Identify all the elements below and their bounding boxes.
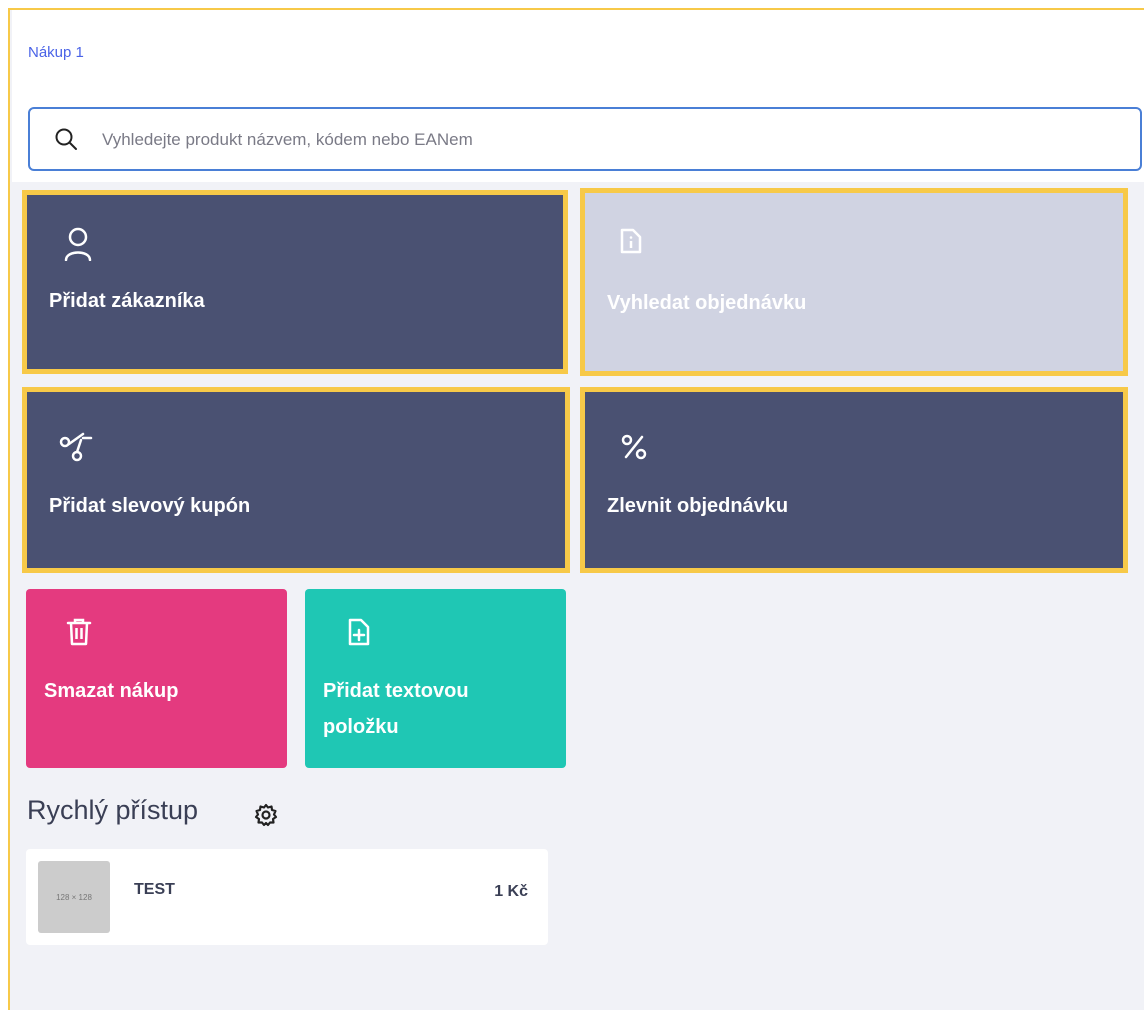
percent-icon [621, 434, 647, 460]
delete-purchase-button[interactable]: Smazat nákup [26, 589, 287, 768]
find-order-button[interactable]: Vyhledat objednávku [580, 188, 1128, 376]
search-icon [55, 128, 77, 150]
product-name: TEST [134, 881, 175, 898]
user-icon [64, 227, 92, 261]
scissors-icon [59, 432, 93, 462]
product-thumbnail: 128 × 128 [38, 861, 110, 933]
search-input[interactable] [100, 121, 1124, 159]
add-coupon-button[interactable]: Přidat slevový kupón [22, 387, 570, 573]
add-text-item-label: Přidat textovou položku [323, 680, 469, 738]
quick-access-item[interactable]: 128 × 128 TEST 1 Kč [26, 849, 548, 945]
document-info-icon [620, 228, 642, 254]
discount-order-button[interactable]: Zlevnit objednávku [580, 387, 1128, 573]
header-area: Nákup 1 [12, 10, 1144, 182]
gear-icon[interactable] [253, 802, 279, 828]
quick-access-title: Rychlý přístup [27, 795, 199, 825]
delete-purchase-label: Smazat nákup [44, 680, 179, 702]
add-text-item-button[interactable]: Přidat textovou položku [305, 589, 566, 768]
add-coupon-label: Přidat slevový kupón [49, 495, 251, 517]
trash-icon [66, 618, 92, 646]
add-customer-label: Přidat zákazníka [49, 290, 205, 312]
search-box[interactable] [28, 107, 1142, 171]
add-customer-button[interactable]: Přidat zákazníka [22, 190, 568, 374]
breadcrumb[interactable]: Nákup 1 [28, 44, 84, 61]
document-add-icon [348, 618, 370, 646]
product-price: 1 Kč [494, 883, 528, 900]
find-order-label: Vyhledat objednávku [607, 292, 807, 314]
discount-order-label: Zlevnit objednávku [607, 495, 789, 517]
